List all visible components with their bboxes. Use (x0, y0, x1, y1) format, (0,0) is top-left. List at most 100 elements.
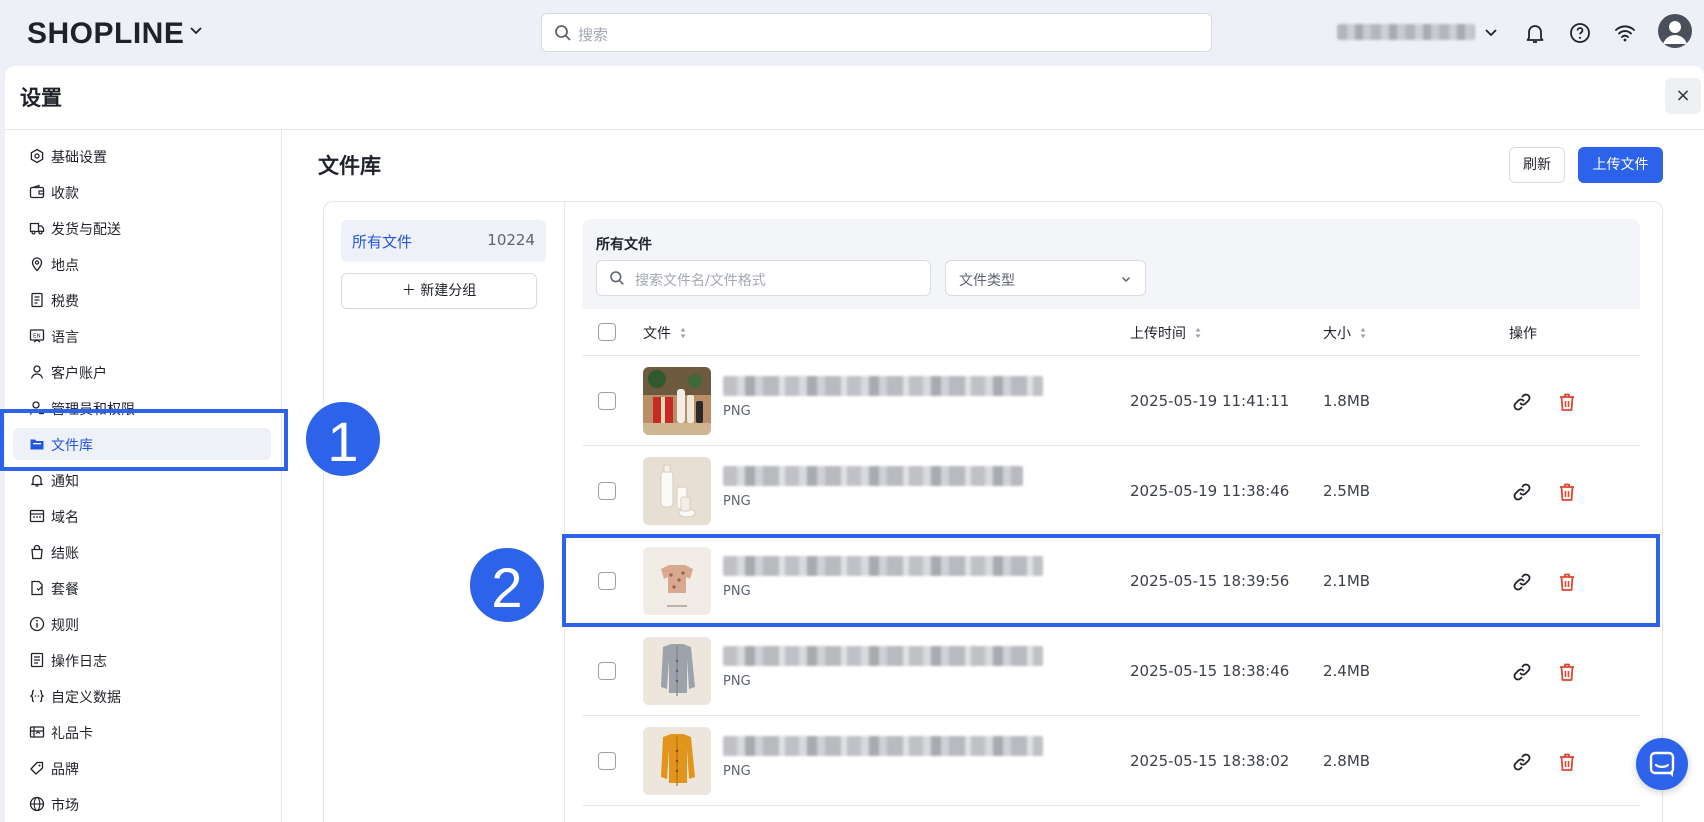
file-name-blurred[interactable] (723, 466, 1023, 486)
refresh-button[interactable]: 刷新 (1509, 147, 1565, 183)
copy-link-icon[interactable] (1511, 661, 1533, 683)
sidebar-item-label: 税费 (51, 294, 79, 310)
highlight-box-sidebar (0, 409, 288, 471)
row-checkbox[interactable] (598, 482, 616, 500)
sidebar-item-custom-data[interactable]: 自定义数据 (13, 680, 271, 712)
group-item-all-files[interactable]: 所有文件 10224 (341, 220, 546, 262)
cosmetics-gift-thumbnail[interactable] (643, 367, 711, 435)
account-name-blurred[interactable] (1337, 24, 1475, 40)
sidebar-item-customer-accounts[interactable]: 客户账户 (13, 356, 271, 388)
global-search-input[interactable]: 搜索 (541, 13, 1212, 52)
table-row[interactable]: PNG 2025-05-15 18:38:02 2.8MB (582, 716, 1640, 806)
row-checkbox[interactable] (598, 392, 616, 410)
hexagon-settings-icon (30, 148, 44, 164)
file-library-title: 文件库 (318, 154, 381, 178)
search-icon (610, 271, 624, 285)
column-header-file[interactable]: 文件 (643, 323, 687, 343)
yellow-cardigan-thumbnail[interactable] (643, 727, 711, 795)
sidebar-item-rules[interactable]: 规则 (13, 608, 271, 640)
code-braces-icon (29, 689, 45, 703)
sidebar-item-basic-settings[interactable]: 基础设置 (13, 140, 271, 172)
sidebar-item-language[interactable]: EN 语言 (13, 320, 271, 352)
sidebar-item-label: 基础设置 (51, 150, 107, 166)
upload-time: 2025-05-19 11:38:46 (1130, 482, 1290, 500)
upload-time: 2025-05-15 18:38:02 (1130, 752, 1290, 770)
column-header-upload-time[interactable]: 上传时间 (1130, 323, 1202, 343)
sidebar-item-shipping[interactable]: 发货与配送 (13, 212, 271, 244)
sidebar-item-taxes[interactable]: 税费 (13, 284, 271, 316)
select-all-checkbox[interactable] (598, 323, 616, 341)
column-label: 文件 (643, 326, 671, 342)
sidebar-item-payments[interactable]: 收款 (13, 176, 271, 208)
upload-time: 2025-05-19 11:41:11 (1130, 392, 1290, 410)
shopline-logo[interactable]: SHOPLINE (27, 17, 184, 51)
top-bar: SHOPLINE 搜索 (0, 0, 1704, 66)
help-icon[interactable] (1568, 21, 1592, 45)
search-icon (555, 25, 571, 41)
copy-link-icon[interactable] (1511, 391, 1533, 413)
sidebar-item-label: 地点 (51, 258, 79, 274)
wifi-icon[interactable] (1613, 21, 1637, 45)
table-row[interactable]: PNG 2025-05-19 11:38:46 2.5MB (582, 446, 1640, 536)
sidebar-item-label: 规则 (51, 618, 79, 634)
sidebar-item-label: 套餐 (51, 582, 79, 598)
table-header: 文件 上传时间 大小 操作 (582, 309, 1640, 356)
sidebar-item-label: 自定义数据 (51, 690, 121, 706)
bell-icon (30, 474, 44, 487)
user-avatar-icon (1663, 21, 1687, 44)
column-header-actions: 操作 (1509, 326, 1537, 342)
column-label: 上传时间 (1130, 326, 1186, 342)
step-badge-1: 1 (303, 399, 383, 479)
sidebar-item-label: 操作日志 (51, 654, 107, 670)
file-name-blurred[interactable] (723, 736, 1043, 756)
sidebar-item-plan[interactable]: 套餐 (13, 572, 271, 604)
file-type-select[interactable]: 文件类型 (945, 260, 1146, 296)
delete-icon[interactable] (1556, 661, 1578, 683)
new-group-button[interactable]: ＋ 新建分组 (341, 273, 537, 309)
delete-icon[interactable] (1556, 751, 1578, 773)
wallet-icon (29, 184, 45, 199)
sidebar-item-operation-log[interactable]: 操作日志 (13, 644, 271, 676)
chevron-down-icon[interactable] (188, 22, 204, 38)
file-size: 2.5MB (1323, 482, 1371, 500)
upload-time: 2025-05-15 18:38:46 (1130, 662, 1290, 680)
domain-icon (29, 509, 45, 523)
upload-file-button[interactable]: 上传文件 (1578, 147, 1663, 183)
table-row[interactable]: PNG 2025-05-15 18:38:46 2.4MB (582, 626, 1640, 716)
file-size: 2.4MB (1323, 662, 1371, 680)
sidebar-item-domains[interactable]: 域名 (13, 500, 271, 532)
sidebar-item-label: 礼品卡 (51, 726, 93, 742)
delete-icon[interactable] (1556, 391, 1578, 413)
gift-card-icon (29, 726, 45, 738)
column-header-size[interactable]: 大小 (1323, 323, 1367, 343)
table-row[interactable]: PNG 2025-05-19 11:41:11 1.8MB (582, 356, 1640, 446)
chat-support-button[interactable] (1636, 738, 1688, 790)
step-badge-2: 2 (467, 545, 547, 625)
sidebar-item-label: 品牌 (51, 762, 79, 778)
file-name-blurred[interactable] (723, 376, 1043, 396)
sidebar-item-locations[interactable]: 地点 (13, 248, 271, 280)
file-type: PNG (723, 764, 751, 779)
sidebar-item-checkout[interactable]: 结账 (13, 536, 271, 568)
truck-icon (29, 222, 45, 235)
avatar[interactable] (1658, 14, 1692, 48)
file-search-input[interactable]: 搜索文件名/文件格式 (596, 260, 931, 296)
chevron-down-icon[interactable] (1483, 24, 1499, 40)
copy-link-icon[interactable] (1511, 751, 1533, 773)
bell-icon[interactable] (1523, 21, 1547, 45)
sidebar-item-brand[interactable]: 品牌 (13, 752, 271, 784)
white-bottles-thumbnail[interactable] (643, 457, 711, 525)
sidebar-item-label: 结账 (51, 546, 79, 562)
sidebar-item-markets[interactable]: 市场 (13, 788, 271, 820)
file-name-blurred[interactable] (723, 646, 1043, 666)
location-pin-icon (31, 257, 43, 272)
sidebar-item-gift-cards[interactable]: 礼品卡 (13, 716, 271, 748)
close-button[interactable]: × (1665, 78, 1701, 114)
copy-link-icon[interactable] (1511, 481, 1533, 503)
grey-cardigan-thumbnail[interactable] (643, 637, 711, 705)
delete-icon[interactable] (1556, 481, 1578, 503)
file-size: 2.8MB (1323, 752, 1371, 770)
row-checkbox[interactable] (598, 662, 616, 680)
row-checkbox[interactable] (598, 752, 616, 770)
column-label: 大小 (1323, 326, 1351, 342)
